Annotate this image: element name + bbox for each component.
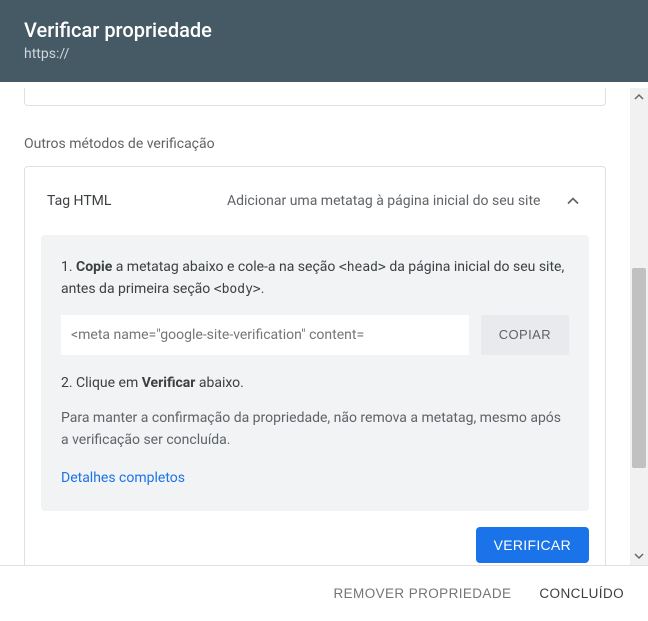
- dialog-footer: REMOVER PROPRIEDADE CONCLUÍDO: [0, 565, 648, 621]
- html-tag-panel: Tag HTML Adicionar uma metatag à página …: [24, 166, 606, 565]
- previous-panel-stub: [24, 88, 606, 106]
- step2-prefix: 2. Clique em: [61, 375, 142, 391]
- step-2: 2. Clique em Verificar abaixo.: [61, 373, 569, 395]
- step1-mid: a metatag abaixo e cole-a na seção: [112, 259, 339, 275]
- step1-bold: Copie: [76, 259, 112, 275]
- retention-note: Para manter a confirmação da propriedade…: [61, 408, 569, 451]
- panel-title: Tag HTML: [47, 193, 227, 209]
- dialog-header: Verificar propriedade https://: [0, 0, 648, 82]
- meta-tag-row: COPIAR: [61, 315, 569, 355]
- scroll-up-icon[interactable]: [630, 88, 648, 106]
- dialog-title: Verificar propriedade: [24, 18, 624, 42]
- step1-end: .: [261, 281, 265, 297]
- scrollbar[interactable]: [630, 88, 648, 565]
- copy-button[interactable]: COPIAR: [481, 315, 569, 355]
- step1-num: 1.: [61, 259, 76, 275]
- other-methods-label: Outros métodos de verificação: [0, 106, 630, 166]
- scroll-down-icon[interactable]: [630, 547, 648, 565]
- meta-tag-input[interactable]: [61, 315, 469, 355]
- step1-code-body: <body>: [214, 282, 261, 297]
- panel-body: 1. Copie a metatag abaixo e cole-a na se…: [41, 235, 589, 511]
- panel-header[interactable]: Tag HTML Adicionar uma metatag à página …: [25, 167, 605, 235]
- verify-button[interactable]: VERIFICAR: [476, 527, 589, 563]
- remove-property-button[interactable]: REMOVER PROPRIEDADE: [334, 586, 512, 601]
- step2-suffix: abaixo.: [195, 375, 243, 391]
- chevron-up-icon: [563, 191, 583, 211]
- step2-bold: Verificar: [142, 375, 196, 391]
- dialog-subtitle: https://: [24, 46, 624, 62]
- verify-row: VERIFICAR: [25, 527, 605, 565]
- step1-code-head: <head>: [339, 260, 386, 275]
- scrollbar-thumb[interactable]: [632, 268, 646, 468]
- details-link[interactable]: Detalhes completos: [61, 470, 185, 486]
- panel-description: Adicionar uma metatag à página inicial d…: [227, 191, 563, 211]
- dialog-content: Outros métodos de verificação Tag HTML A…: [0, 88, 630, 565]
- step-1: 1. Copie a metatag abaixo e cole-a na se…: [61, 257, 569, 300]
- done-button[interactable]: CONCLUÍDO: [539, 586, 624, 601]
